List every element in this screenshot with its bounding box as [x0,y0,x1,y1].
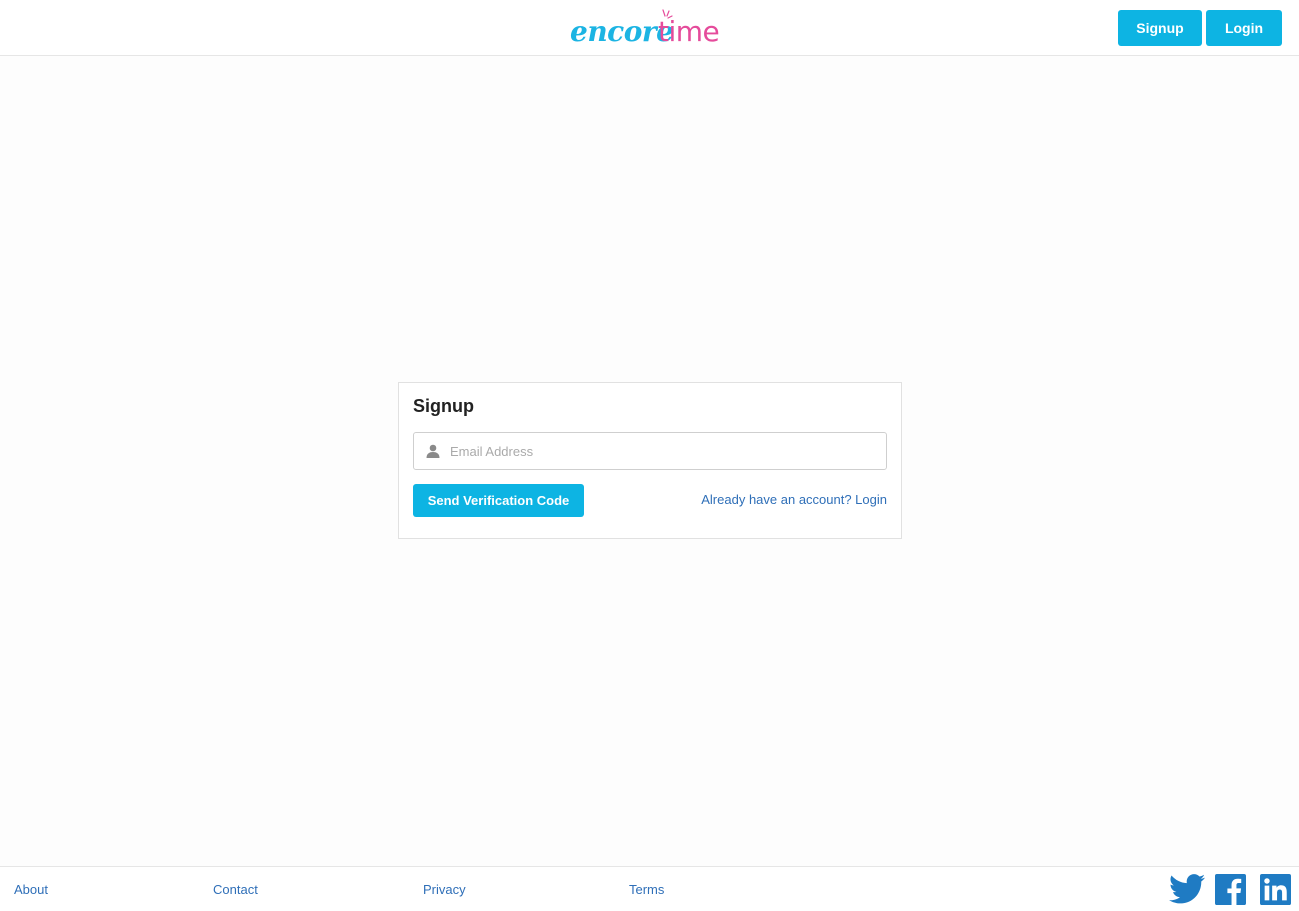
signup-card: Signup Send Verification Code Already ha… [398,382,902,539]
top-navbar: encore time Signup Login [0,0,1299,56]
footer-about-link[interactable]: About [14,882,48,897]
footer: About Contact Privacy Terms [0,866,1299,911]
user-icon [426,444,440,458]
header-signup-button[interactable]: Signup [1118,10,1202,46]
signup-title: Signup [413,396,474,416]
linkedin-icon[interactable] [1260,874,1291,905]
email-field-wrapper[interactable] [413,432,887,470]
email-input[interactable] [450,433,880,469]
twitter-icon[interactable] [1169,874,1205,904]
encoretime-logo[interactable]: encore time [570,9,732,48]
footer-contact-link[interactable]: Contact [213,882,258,897]
header-login-button[interactable]: Login [1206,10,1282,46]
logo-text-time: time [658,15,720,48]
send-verification-code-button[interactable]: Send Verification Code [413,484,584,517]
footer-terms-link[interactable]: Terms [629,882,664,897]
footer-privacy-link[interactable]: Privacy [423,882,466,897]
facebook-icon[interactable] [1215,874,1246,905]
already-have-account-login-link[interactable]: Already have an account? Login [701,492,887,507]
